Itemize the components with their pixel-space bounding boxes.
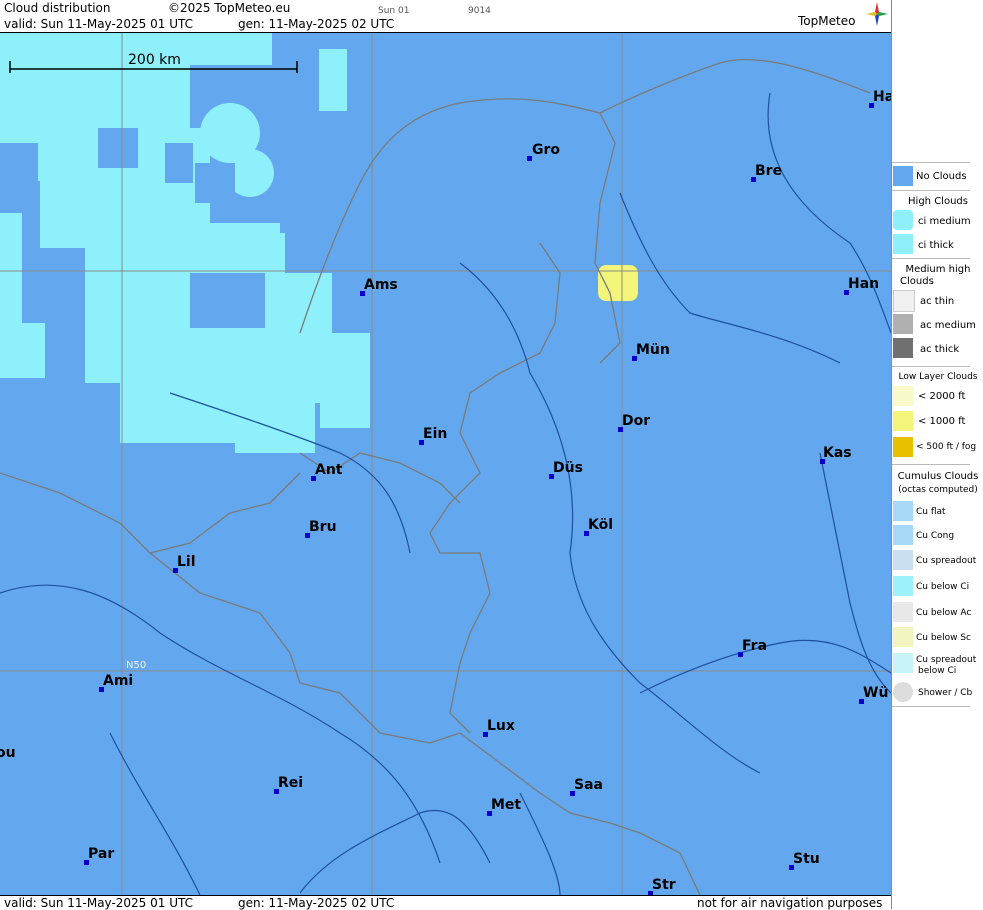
cu-spread-ci-swatch	[893, 653, 913, 673]
scale-label: 200 km	[128, 52, 181, 68]
low-cloud-area	[598, 265, 638, 301]
no-clouds-swatch	[893, 166, 913, 186]
low-1000-swatch	[893, 411, 913, 431]
disclaimer: not for air navigation purposes	[697, 896, 883, 910]
latitude-label: N50	[126, 660, 147, 671]
cu-below-ci-swatch	[893, 576, 913, 596]
legend-high-heading: High Clouds	[908, 196, 968, 207]
map-title: Cloud distribution	[4, 1, 111, 15]
ac-medium-swatch	[893, 314, 913, 334]
legend-medium-heading-1: Medium high	[905, 264, 971, 275]
topmeteo-logo: TopMeteo	[798, 14, 856, 28]
low-500-swatch	[893, 437, 913, 457]
compass-icon	[866, 2, 888, 26]
cu-flat-swatch	[893, 501, 913, 521]
legend-low-heading: Low Layer Clouds	[898, 372, 978, 382]
footer-gen-time: gen: 11-May-2025 02 UTC	[238, 896, 395, 910]
legend-cu-heading-1: Cumulus Clouds	[897, 471, 979, 482]
footer-valid-time: valid: Sun 11-May-2025 01 UTC	[4, 896, 193, 910]
ci-medium-swatch	[893, 210, 913, 230]
header-bar: Cloud distribution ©2025 TopMeteo.eu Sun…	[0, 0, 891, 33]
copyright: ©2025 TopMeteo.eu	[168, 1, 291, 15]
high-cloud-area	[0, 33, 370, 453]
gen-time: gen: 11-May-2025 02 UTC	[238, 17, 395, 31]
valid-time: valid: Sun 11-May-2025 01 UTC	[4, 17, 193, 31]
run-label: Sun 01	[378, 6, 410, 16]
shower-swatch	[893, 682, 913, 702]
ac-thick-swatch	[893, 338, 913, 358]
cu-below-sc-swatch	[893, 627, 913, 647]
ci-thick-swatch	[893, 234, 913, 254]
cu-cong-swatch	[893, 525, 913, 545]
footer-bar: valid: Sun 11-May-2025 01 UTC gen: 11-Ma…	[0, 895, 891, 910]
cu-below-ac-swatch	[893, 602, 913, 622]
cloud-map[interactable]: 200 km N50 Gro Bre Ha Ams Han Mün Dor Ei…	[0, 33, 891, 895]
code-label: 9014	[468, 6, 491, 16]
legend-cu-heading-2: (octas computed)	[898, 485, 978, 495]
ac-thin-swatch	[893, 290, 915, 312]
cu-spreadout-swatch	[893, 550, 913, 570]
legend-medium-heading-2: Clouds	[900, 276, 934, 287]
low-2000-swatch	[893, 386, 913, 406]
legend-panel: No Clouds High Clouds ci medium ci thick…	[891, 0, 983, 909]
